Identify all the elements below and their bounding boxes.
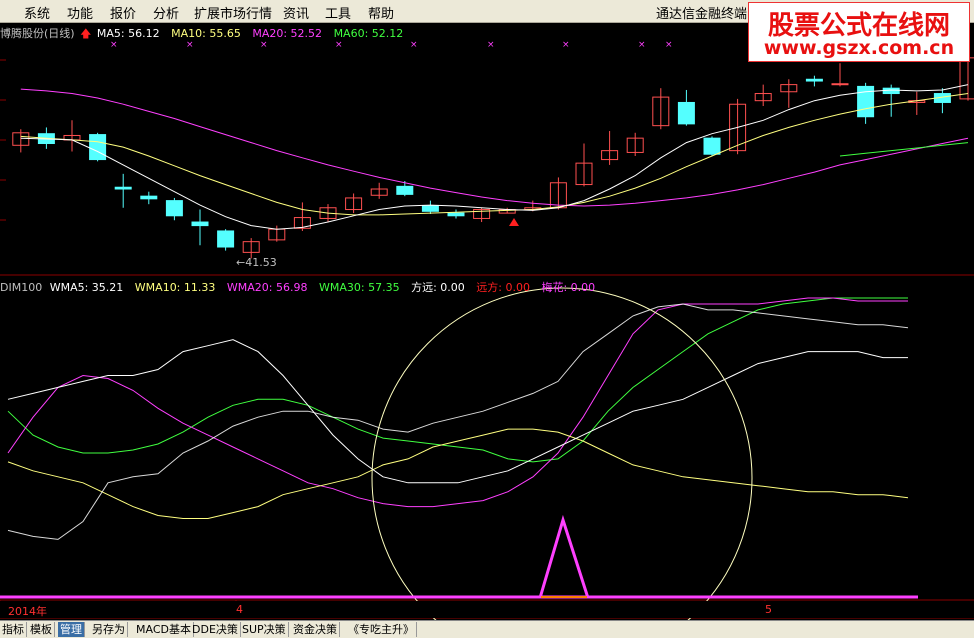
indicator-legend: DIM100 WMA5: 35.21 WMA10: 11.33 WMA20: 5… — [0, 279, 603, 295]
watermark-logo: 股票公式在线网 www.gszx.com.cn — [748, 2, 970, 62]
ma20-line — [20, 88, 969, 207]
axis-band — [0, 601, 974, 618]
x-axis-year: 2014年 — [8, 605, 47, 618]
candle-body — [191, 221, 209, 227]
candle-body — [831, 83, 849, 86]
candle-body — [89, 134, 107, 161]
candle-body — [677, 101, 695, 125]
tab-macd[interactable]: MACD基本 — [134, 622, 194, 637]
candle-body — [165, 200, 183, 217]
ma5-line — [20, 84, 969, 230]
dim100-line — [7, 339, 908, 484]
signal-triangle — [538, 514, 590, 599]
wma20-label: WMA20: 56.98 — [226, 281, 308, 294]
tab-dde[interactable]: DDE决策 — [190, 622, 241, 637]
main-legend: 博腾股份(日线) 🡅 MA5: 56.12 MA10: 55.65 MA20: … — [0, 25, 411, 44]
candle-body — [805, 78, 823, 82]
ma20-label: MA20: 52.52 — [252, 27, 323, 40]
candle-body — [140, 195, 158, 200]
top-x-marker: × — [562, 40, 570, 50]
meihua-label: 梅花: 0.00 — [541, 281, 596, 294]
top-x-marker: × — [638, 40, 646, 50]
bottom-tab-bar: 指标 模板 管理 另存为 MACD基本 DDE决策 SUP决策 资金决策 《专吃… — [0, 620, 974, 638]
candle-body — [217, 230, 235, 248]
watermark-url: www.gszx.com.cn — [763, 37, 955, 59]
wma30-line — [7, 297, 908, 463]
candle-body — [703, 137, 721, 155]
candle-body — [421, 205, 439, 212]
chart-canvas: × × × × × × × × × — [0, 40, 974, 620]
tab-save-as[interactable]: 另存为 — [90, 622, 128, 637]
tab-fund[interactable]: 资金决策 — [291, 622, 340, 637]
tab-manage[interactable]: 管理 — [58, 622, 85, 637]
tab-indicator[interactable]: 指标 — [0, 622, 27, 637]
x-axis-month-5: 5 — [765, 603, 772, 616]
candle-body — [114, 186, 132, 190]
top-x-marker: × — [487, 40, 495, 50]
indicator-name: DIM100 — [0, 281, 43, 294]
yuanfang-label: 远方: 0.00 — [476, 281, 530, 294]
candle-body — [447, 212, 465, 217]
stock-name: 博腾股份(日线) — [0, 27, 75, 40]
wma10-line — [7, 428, 909, 519]
buy-arrow-icon — [509, 218, 519, 226]
wma5-label: WMA5: 35.21 — [49, 281, 124, 294]
ma60-line — [839, 142, 969, 157]
ma10-line — [20, 93, 969, 216]
circle-overlay — [371, 287, 753, 620]
tab-sup[interactable]: SUP决策 — [240, 622, 289, 637]
up-arrow-icon: 🡅 — [80, 27, 92, 40]
wma30-label: WMA30: 57.35 — [318, 281, 400, 294]
candle-body — [396, 185, 414, 195]
low-price-label: ←41.53 — [236, 256, 277, 269]
candle-body — [959, 57, 974, 100]
fangyuan-label: 方远: 0.00 — [411, 281, 465, 294]
ma5-label: MA5: 56.12 — [96, 27, 160, 40]
wma10-label: WMA10: 11.33 — [134, 281, 216, 294]
top-x-marker: × — [665, 40, 673, 50]
tab-zhuansheng[interactable]: 《专吃主升》 — [346, 622, 417, 637]
ma10-label: MA10: 55.65 — [171, 27, 241, 40]
x-axis-month-4: 4 — [236, 603, 243, 616]
tab-template[interactable]: 模板 — [28, 622, 55, 637]
ma60-label: MA60: 52.12 — [333, 27, 404, 40]
